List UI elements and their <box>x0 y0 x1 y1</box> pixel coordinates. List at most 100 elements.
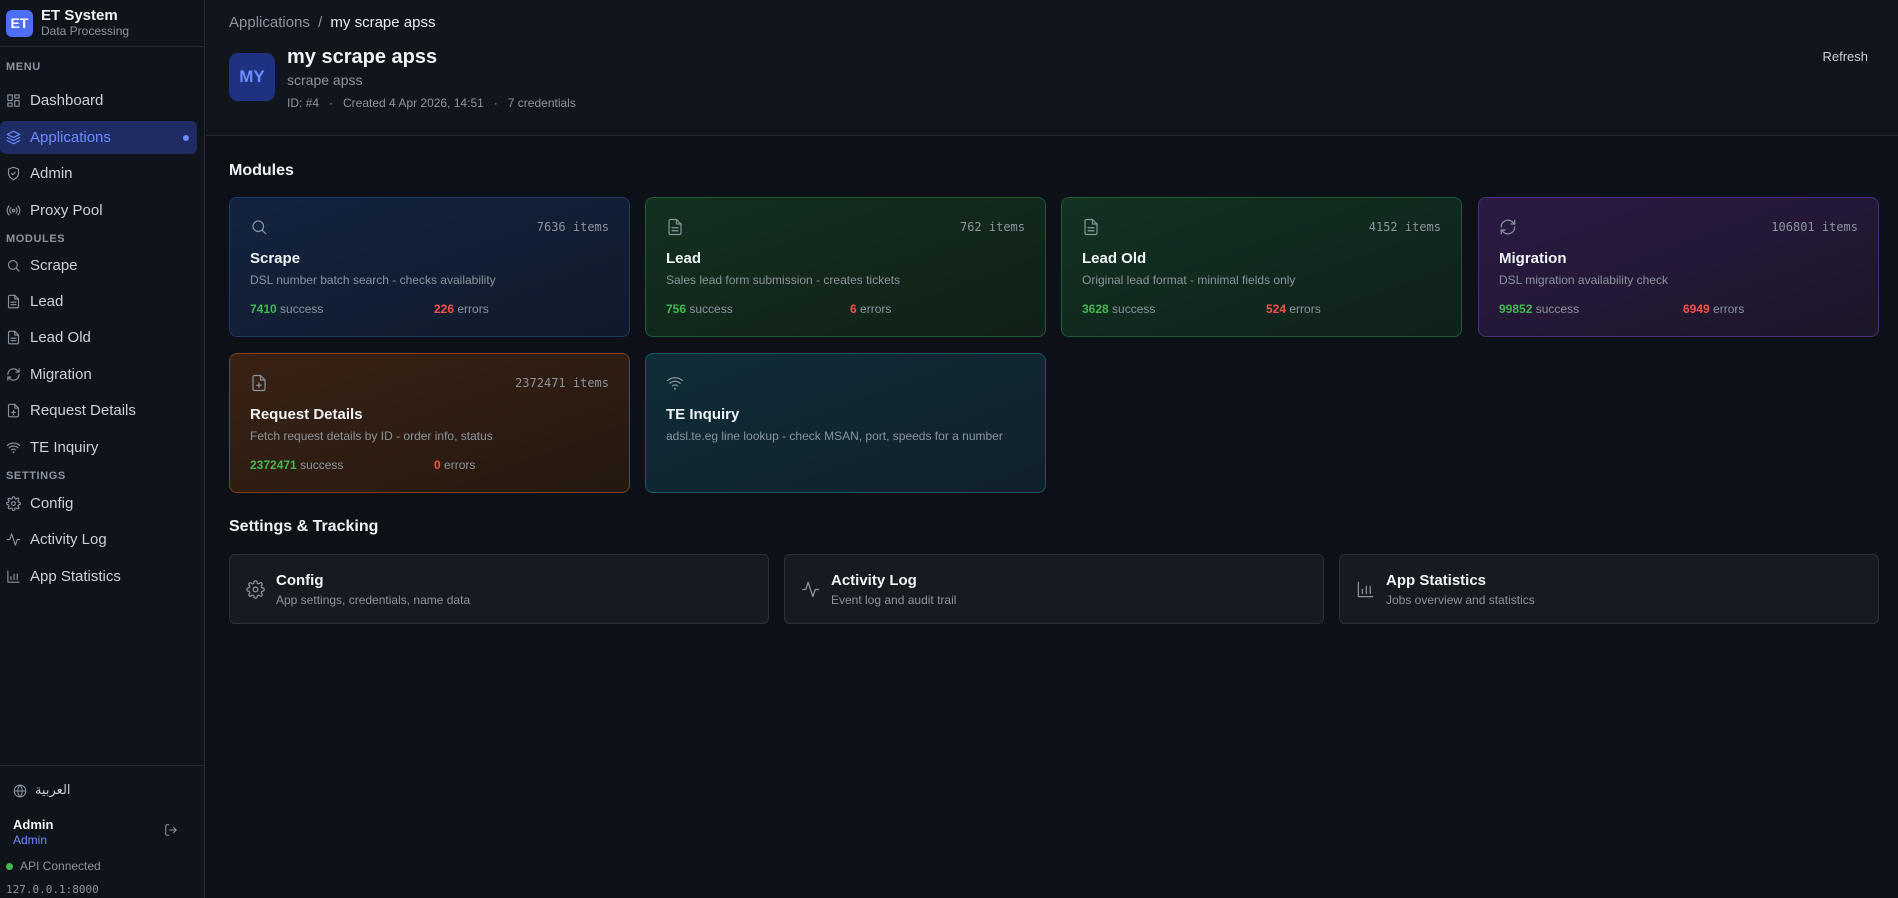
sidebar-item-dashboard[interactable]: Dashboard <box>0 84 197 117</box>
sidebar-item-app-statistics[interactable]: App Statistics <box>0 560 197 593</box>
sidebar-item-proxy-pool[interactable]: Proxy Pool <box>0 194 197 227</box>
sidebar-item-label: Admin <box>30 165 73 182</box>
activity-icon <box>6 533 21 546</box>
language-label: العربية <box>35 783 71 798</box>
module-card-te-inquiry[interactable]: TE Inquiry adsl.te.eg line lookup - chec… <box>645 353 1046 493</box>
items-count: 4152 items <box>1368 220 1441 234</box>
breadcrumb: Applications / my scrape apss <box>229 14 435 31</box>
settings-card-description: Event log and audit trail <box>831 593 957 607</box>
bar-chart-icon <box>1357 581 1374 598</box>
bar-chart-icon <box>7 570 20 583</box>
success-stat: 3628 success <box>1082 302 1155 316</box>
refresh-icon <box>1500 219 1516 235</box>
error-label: errors <box>860 302 892 316</box>
settings-card-title: Config <box>276 572 324 589</box>
api-host: 127.0.0.1:8000 <box>6 883 99 896</box>
settings-card-title: Activity Log <box>831 572 917 589</box>
error-label: errors <box>1289 302 1321 316</box>
success-label: success <box>1535 302 1580 316</box>
module-card-lead-old[interactable]: 4152 items Lead Old Original lead format… <box>1061 197 1462 337</box>
api-status-label: API Connected <box>20 859 101 873</box>
user-name: Admin <box>13 817 54 832</box>
error-count: 0 <box>434 458 441 472</box>
sidebar: ET ET System Data Processing MENU Dashbo… <box>0 0 205 898</box>
sidebar-item-lead[interactable]: Lead <box>0 285 197 318</box>
brand-subtitle: Data Processing <box>41 23 130 38</box>
modules-heading: Modules <box>229 162 294 179</box>
file-icon <box>7 330 20 345</box>
module-description: adsl.te.eg line lookup - check MSAN, por… <box>666 429 1003 443</box>
module-card-migration[interactable]: 106801 items Migration DSL migration ava… <box>1478 197 1879 337</box>
module-title: Migration <box>1499 250 1567 267</box>
refresh-button[interactable]: Refresh <box>1822 49 1868 64</box>
module-title: Scrape <box>250 250 301 267</box>
broadcast-icon <box>6 205 21 216</box>
sidebar-item-label: Lead <box>30 293 64 310</box>
sidebar-item-label: TE Inquiry <box>30 439 99 456</box>
gear-icon <box>246 580 265 599</box>
success-stat: 756 success <box>666 302 733 316</box>
error-stat: 524 errors <box>1266 302 1321 316</box>
error-count: 226 <box>434 302 455 316</box>
sidebar-item-label: Request Details <box>30 402 136 419</box>
settings-heading: Settings & Tracking <box>229 518 379 535</box>
sidebar-item-label: Proxy Pool <box>30 202 103 219</box>
error-label: errors <box>444 458 476 472</box>
sidebar-item-migration[interactable]: Migration <box>0 358 197 391</box>
settings-card-description: Jobs overview and statistics <box>1386 593 1535 607</box>
page-subtitle: scrape apss <box>287 72 363 88</box>
error-count: 6949 <box>1683 302 1710 316</box>
sidebar-item-lead-old[interactable]: Lead Old <box>0 321 197 354</box>
sidebar-item-te-inquiry[interactable]: TE Inquiry <box>0 431 197 464</box>
module-title: TE Inquiry <box>666 406 740 423</box>
sidebar-item-applications[interactable]: Applications <box>0 121 197 154</box>
language-switch[interactable]: العربية <box>13 783 71 798</box>
main-content: Applications / my scrape apss MY my scra… <box>206 0 1898 898</box>
module-card-lead[interactable]: 762 items Lead Sales lead form submissio… <box>645 197 1046 337</box>
module-description: Original lead format - minimal fields on… <box>1082 273 1296 287</box>
search-icon <box>7 259 20 272</box>
settings-card-description: App settings, credentials, name data <box>276 593 471 607</box>
settings-card-app-statistics[interactable]: App Statistics Jobs overview and statist… <box>1339 554 1879 624</box>
success-label: success <box>300 458 344 472</box>
error-stat: 0 errors <box>434 458 475 472</box>
sidebar-item-activity-log[interactable]: Activity Log <box>0 523 197 556</box>
page-title: my scrape apss <box>287 46 438 68</box>
globe-icon <box>13 783 27 798</box>
logout-icon[interactable] <box>164 823 178 837</box>
file-icon <box>7 294 20 309</box>
brand-title: ET System <box>41 7 118 25</box>
success-count: 2372471 <box>250 458 297 472</box>
success-label: success <box>1112 302 1156 316</box>
error-stat: 226 errors <box>434 302 489 316</box>
error-label: errors <box>457 302 489 316</box>
success-stat: 7410 success <box>250 302 323 316</box>
file-icon <box>668 218 682 236</box>
breadcrumb-applications-link[interactable]: Applications <box>229 14 310 31</box>
modules-section-label: MODULES <box>6 233 66 245</box>
items-count: 762 items <box>959 220 1025 234</box>
file-icon <box>1084 218 1098 236</box>
settings-section-label: SETTINGS <box>6 470 66 482</box>
success-label: success <box>280 302 324 316</box>
module-description: Fetch request details by ID - order info… <box>250 429 493 443</box>
user-role: Admin <box>13 833 48 847</box>
module-title: Request Details <box>250 406 363 423</box>
sidebar-item-config[interactable]: Config <box>0 487 197 520</box>
sidebar-item-admin[interactable]: Admin <box>0 157 197 190</box>
settings-card-title: App Statistics <box>1386 572 1487 589</box>
success-stat: 2372471 success <box>250 458 343 472</box>
sidebar-item-scrape[interactable]: Scrape <box>0 249 197 282</box>
settings-card-activity-log[interactable]: Activity Log Event log and audit trail <box>784 554 1324 624</box>
module-card-scrape[interactable]: 7636 items Scrape DSL number batch searc… <box>229 197 630 337</box>
app-avatar: MY <box>229 53 275 101</box>
refresh-icon <box>7 368 20 381</box>
sidebar-item-label: Applications <box>30 129 111 146</box>
success-stat: 99852 success <box>1499 302 1579 316</box>
module-card-request-details[interactable]: 2372471 items Request Details Fetch requ… <box>229 353 630 493</box>
error-label: errors <box>1713 302 1745 316</box>
sidebar-item-request-details[interactable]: Request Details <box>0 394 197 427</box>
settings-card-config[interactable]: Config App settings, credentials, name d… <box>229 554 769 624</box>
error-stat: 6 errors <box>850 302 891 316</box>
success-count: 756 <box>666 302 687 316</box>
